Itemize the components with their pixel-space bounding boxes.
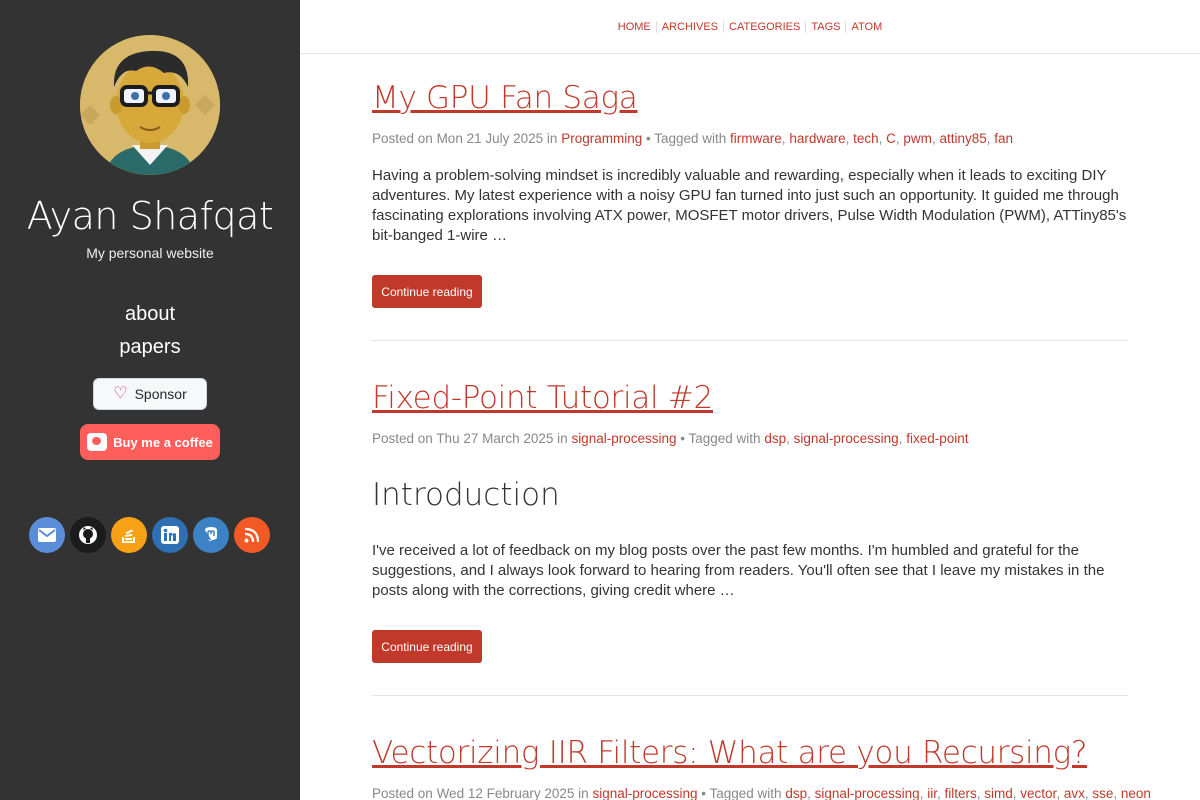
nav-categories[interactable]: CATEGORIES (723, 20, 805, 33)
post-meta: Posted on Mon 21 July 2025 in Programmin… (372, 131, 1014, 146)
in-label: in (578, 786, 589, 800)
post-heading: Introduction (372, 477, 560, 513)
post-divider (372, 695, 1128, 696)
github-icon[interactable] (70, 517, 106, 553)
posted-label: Posted on (372, 431, 433, 446)
sidebar-nav: about papers (0, 298, 300, 364)
post-meta: Posted on Wed 12 February 2025 in signal… (372, 786, 1151, 800)
buy-me-a-coffee-button[interactable]: Buy me a coffee (80, 424, 220, 460)
post-summary: I've received a lot of feedback on my bl… (372, 542, 1105, 599)
tag-link[interactable]: firmware (730, 131, 782, 146)
tag-link[interactable]: fixed-point (906, 431, 968, 446)
post-date: Thu 27 March 2025 (436, 431, 554, 446)
sidebar: Ayan Shafqat My personal website about p… (0, 0, 300, 800)
tag-link[interactable]: C (886, 131, 896, 146)
top-nav: HOME ARCHIVES CATEGORIES TAGS ATOM (300, 0, 1200, 54)
site-subtitle: My personal website (86, 245, 214, 261)
tag-link[interactable]: dsp (785, 786, 807, 800)
sponsor-button[interactable]: ♡ Sponsor (93, 378, 207, 410)
site-title[interactable]: Ayan Shafqat (0, 194, 300, 238)
tag-link[interactable]: sse (1092, 786, 1113, 800)
stackoverflow-icon[interactable] (111, 517, 147, 553)
tag-link[interactable]: attiny85 (939, 131, 986, 146)
rss-icon[interactable] (234, 517, 270, 553)
post-title[interactable]: My GPU Fan Saga (372, 80, 638, 116)
envelope-icon[interactable] (29, 517, 65, 553)
post-title[interactable]: Fixed-Point Tutorial #2 (372, 380, 713, 416)
tag-link[interactable]: neon (1121, 786, 1151, 800)
sponsor-label: Sponsor (134, 386, 187, 402)
tagged-label: Tagged with (654, 131, 727, 146)
tag-link[interactable]: pwm (903, 131, 932, 146)
in-label: in (557, 431, 568, 446)
social-links (29, 517, 270, 553)
tag-link[interactable]: filters (944, 786, 976, 800)
post-date: Wed 12 February 2025 (436, 786, 575, 800)
tag-link[interactable]: signal-processing (815, 786, 920, 800)
posted-label: Posted on (372, 786, 433, 800)
continue-reading-button[interactable]: Continue reading (372, 275, 482, 308)
nav-atom[interactable]: ATOM (845, 20, 887, 33)
post-summary: Having a problem-solving mindset is incr… (372, 167, 1127, 244)
coffee-cup-icon (87, 433, 108, 451)
post-category[interactable]: Programming (561, 131, 642, 146)
avatar[interactable] (80, 35, 220, 175)
nav-home[interactable]: HOME (613, 21, 656, 33)
tag-link[interactable]: hardware (789, 131, 845, 146)
post-date: Mon 21 July 2025 (436, 131, 544, 146)
tag-link[interactable]: avx (1064, 786, 1085, 800)
posted-label: Posted on (372, 131, 433, 146)
coffee-label: Buy me a coffee (113, 434, 213, 450)
mastodon-icon[interactable] (193, 517, 229, 553)
post-category[interactable]: signal-processing (571, 431, 676, 446)
heart-icon: ♡ (113, 385, 128, 402)
post-divider (372, 340, 1128, 341)
post-category[interactable]: signal-processing (592, 786, 697, 800)
tagged-label: Tagged with (688, 431, 761, 446)
tagged-label: Tagged with (709, 786, 782, 800)
tag-link[interactable]: tech (853, 131, 879, 146)
sidebar-link-papers[interactable]: papers (0, 331, 300, 364)
in-label: in (546, 131, 558, 146)
continue-reading-button[interactable]: Continue reading (372, 630, 482, 663)
linkedin-icon[interactable] (152, 517, 188, 553)
tag-link[interactable]: vector (1020, 786, 1056, 800)
nav-archives[interactable]: ARCHIVES (655, 20, 723, 33)
post-meta: Posted on Thu 27 March 2025 in signal-pr… (372, 431, 969, 446)
tag-link[interactable]: simd (984, 786, 1013, 800)
post-title[interactable]: Vectorizing IIR Filters: What are you Re… (372, 735, 1087, 771)
nav-tags[interactable]: TAGS (805, 20, 845, 33)
tag-link[interactable]: fan (994, 131, 1013, 146)
tag-link[interactable]: iir (927, 786, 937, 800)
tag-link[interactable]: signal-processing (794, 431, 899, 446)
tag-link[interactable]: dsp (764, 431, 786, 446)
sidebar-link-about[interactable]: about (0, 298, 300, 331)
